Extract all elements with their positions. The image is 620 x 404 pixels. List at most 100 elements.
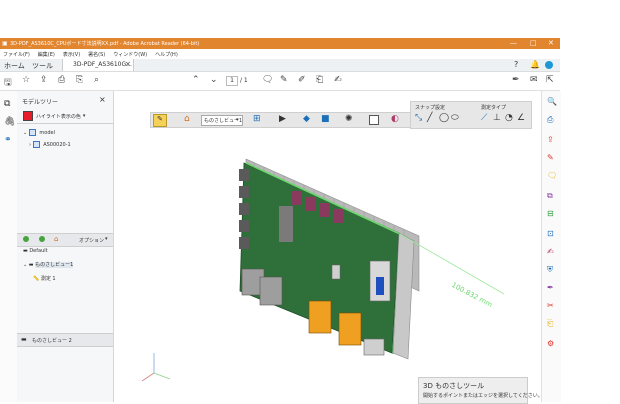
- render-mode-icon[interactable]: ■: [321, 114, 330, 124]
- zoom-icon[interactable]: 🔍: [547, 97, 557, 106]
- star-icon[interactable]: ☆: [22, 75, 30, 85]
- search-icon[interactable]: ⌕: [94, 75, 99, 85]
- chevron-down-icon: ▾: [236, 117, 239, 123]
- left-connectors: [239, 169, 249, 249]
- panel-close-icon[interactable]: ×: [99, 95, 106, 104]
- distance-icon[interactable]: ⟋: [481, 113, 487, 123]
- create-pdf-icon[interactable]: ⎙: [547, 115, 553, 125]
- visibility-checkbox[interactable]: [28, 129, 36, 136]
- menu-view[interactable]: 表示(V): [63, 51, 80, 58]
- tab-close-icon[interactable]: ×: [125, 60, 131, 68]
- expand-icon[interactable]: ›: [29, 142, 31, 148]
- menu-edit[interactable]: 編集(E): [38, 51, 55, 58]
- collapse-icon[interactable]: ⌄: [23, 130, 27, 136]
- radius-icon[interactable]: ◔: [505, 113, 513, 123]
- scan-icon[interactable]: ⊡: [547, 229, 554, 238]
- mail-icon[interactable]: ✉: [530, 75, 538, 85]
- tab-home[interactable]: ホーム: [4, 61, 25, 71]
- minimize-button[interactable]: —: [510, 39, 517, 47]
- snap-edge-icon[interactable]: ⤡: [415, 113, 422, 123]
- right-tool-rail: 🔍 ⎙ ⇪ ✎ 🗨 ⧉ ⊟ ⊡ ✍ ⛨ ✒ ✂ ⎗ ⚙: [541, 91, 561, 402]
- tab-document[interactable]: 3D-PDF_AS3610G... ×: [62, 59, 134, 71]
- visibility-checkbox[interactable]: [32, 141, 40, 148]
- home-view-icon[interactable]: ⌂: [184, 114, 190, 124]
- tab-bar: ホーム ツール 3D-PDF_AS3610G... × ? 🔔: [0, 59, 560, 72]
- maximize-button[interactable]: □: [530, 39, 537, 47]
- menu-sign[interactable]: 署名(S): [88, 51, 105, 58]
- rotate-tool-icon[interactable]: ✎: [153, 114, 167, 127]
- pen-icon[interactable]: ✎: [280, 75, 288, 85]
- page-number-input[interactable]: 1: [226, 76, 238, 86]
- menu-window[interactable]: ウィンドウ(W): [113, 51, 147, 58]
- perpendicular-icon[interactable]: ⊥: [493, 113, 501, 123]
- combine-files-icon[interactable]: ⧉: [547, 191, 553, 201]
- export-pdf-icon[interactable]: ⇪: [547, 135, 554, 144]
- save-icon[interactable]: 🖫: [4, 75, 12, 91]
- stamp-icon[interactable]: ⎗: [547, 319, 553, 329]
- pages-icon[interactable]: ⧉: [4, 99, 10, 109]
- 3d-toolbar: ✎ ⌂ ものさしビュー1 ▾ ⊞ ▶ ◆ ■ ✺ ◐: [150, 112, 412, 128]
- collapse-icon[interactable]: ⌄: [23, 262, 27, 268]
- page-total: / 1: [240, 77, 248, 84]
- prev-page-icon[interactable]: ⌃: [192, 75, 200, 85]
- 3d-model-render[interactable]: [114, 91, 538, 402]
- bell-icon[interactable]: 🔔: [530, 60, 540, 69]
- home-icon[interactable]: ⌂: [54, 235, 58, 243]
- camera-icon: ▬: [23, 248, 28, 254]
- share-file-icon[interactable]: ⎘: [76, 75, 83, 85]
- measure-type-label: 測定タイプ: [481, 105, 507, 111]
- organize-pages-icon[interactable]: ⊟: [547, 209, 554, 218]
- model-tree-toggle-icon[interactable]: ⊞: [253, 114, 261, 124]
- close-button[interactable]: ✕: [548, 39, 554, 47]
- send-sign-icon[interactable]: ✒: [547, 283, 554, 292]
- snap-circle-icon[interactable]: ◯: [439, 113, 449, 123]
- view-select[interactable]: ものさしビュー1 ▾: [201, 115, 243, 126]
- more-tools-icon[interactable]: ⚙: [547, 339, 554, 348]
- play-icon[interactable]: ▶: [279, 114, 286, 124]
- comment-icon[interactable]: 🗨: [547, 171, 557, 180]
- menu-file[interactable]: ファイル(F): [3, 51, 30, 58]
- upload-icon[interactable]: ⇪: [40, 75, 48, 85]
- projection-icon[interactable]: ◆: [303, 114, 310, 124]
- attachment-icon[interactable]: 🖇: [4, 117, 15, 127]
- redact-icon[interactable]: ✂: [547, 301, 554, 310]
- 3d-viewport[interactable]: 100.832 mm: [114, 91, 538, 402]
- bottom-view-row[interactable]: ▬ ものさしビュー 2: [17, 333, 113, 347]
- help-icon[interactable]: ?: [514, 60, 518, 69]
- highlight-color-select[interactable]: ハイライト表示の色 ▾: [23, 111, 85, 121]
- measure-item[interactable]: 📏 測定 1: [33, 275, 56, 282]
- model-tree-icon[interactable]: ⚭: [4, 135, 12, 145]
- angle-icon[interactable]: ∠: [517, 113, 525, 123]
- snap-line-icon[interactable]: ╱: [427, 113, 432, 123]
- stamp-icon[interactable]: ⎗: [316, 75, 323, 85]
- edit-pdf-icon[interactable]: ✎: [547, 153, 554, 162]
- options-label[interactable]: オプション: [79, 237, 104, 244]
- cross-section-icon[interactable]: ◐: [391, 114, 399, 124]
- tab-tools[interactable]: ツール: [32, 61, 53, 71]
- share-icon[interactable]: ⇱: [546, 75, 554, 85]
- view-item-measure[interactable]: ⌄ ▬ ものさしビュー1: [23, 261, 74, 268]
- avatar[interactable]: [545, 61, 553, 69]
- print-icon[interactable]: ⎙: [58, 75, 65, 85]
- sign-icon[interactable]: ✍: [334, 75, 342, 85]
- view-item-default[interactable]: ▬ Default: [23, 248, 48, 254]
- tree-node-model[interactable]: ⌄ model: [23, 129, 55, 136]
- terminal-block-2: [338, 312, 362, 346]
- menu-help[interactable]: ヘルプ(H): [155, 51, 178, 58]
- comment-icon[interactable]: 🗨: [262, 75, 273, 85]
- protect-icon[interactable]: ⛨: [547, 265, 553, 275]
- fill-sign-icon[interactable]: ✍: [547, 247, 554, 256]
- blue-connector: [376, 277, 384, 295]
- snap-surface-icon[interactable]: ⬭: [451, 113, 459, 123]
- edit-sign-icon[interactable]: ✒: [512, 75, 520, 85]
- add-view-icon[interactable]: [23, 236, 29, 242]
- update-view-icon[interactable]: [39, 236, 45, 242]
- highlight-icon[interactable]: ✐: [298, 75, 306, 85]
- tree-node-assembly[interactable]: › AS00020-1: [29, 141, 71, 148]
- background-color-icon[interactable]: [369, 115, 379, 125]
- next-page-icon[interactable]: ⌄: [210, 75, 218, 85]
- color-swatch: [23, 111, 33, 121]
- chevron-down-icon[interactable]: ▾: [105, 236, 108, 242]
- tab-document-label: 3D-PDF_AS3610G...: [73, 61, 132, 68]
- lighting-icon[interactable]: ✺: [345, 114, 353, 124]
